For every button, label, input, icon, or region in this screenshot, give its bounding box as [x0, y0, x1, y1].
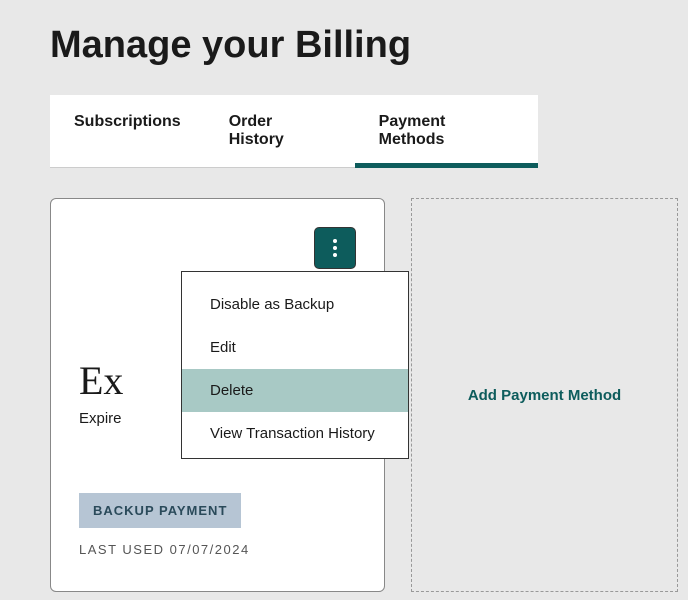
- page-title: Manage your Billing: [0, 0, 688, 95]
- tab-order-history[interactable]: Order History: [205, 95, 355, 167]
- last-used-text: LAST USED 07/07/2024: [79, 542, 356, 557]
- dropdown-item-disable-backup[interactable]: Disable as Backup: [182, 272, 408, 326]
- tab-payment-methods[interactable]: Payment Methods: [355, 95, 538, 167]
- payment-card: Disable as Backup Edit Delete View Trans…: [50, 198, 385, 592]
- more-options-button[interactable]: [314, 227, 356, 269]
- options-dropdown: Disable as Backup Edit Delete View Trans…: [181, 271, 409, 459]
- add-payment-method-button[interactable]: Add Payment Method: [411, 198, 678, 592]
- content-area: Disable as Backup Edit Delete View Trans…: [0, 168, 688, 592]
- backup-payment-badge: BACKUP PAYMENT: [79, 493, 241, 528]
- tabs: Subscriptions Order History Payment Meth…: [50, 95, 538, 168]
- dropdown-item-transaction-history[interactable]: View Transaction History: [182, 412, 408, 458]
- add-payment-method-label: Add Payment Method: [468, 387, 621, 404]
- more-icon: [333, 239, 337, 257]
- dropdown-item-delete[interactable]: Delete: [182, 369, 408, 412]
- dropdown-item-edit[interactable]: Edit: [182, 326, 408, 369]
- tab-subscriptions[interactable]: Subscriptions: [50, 95, 205, 167]
